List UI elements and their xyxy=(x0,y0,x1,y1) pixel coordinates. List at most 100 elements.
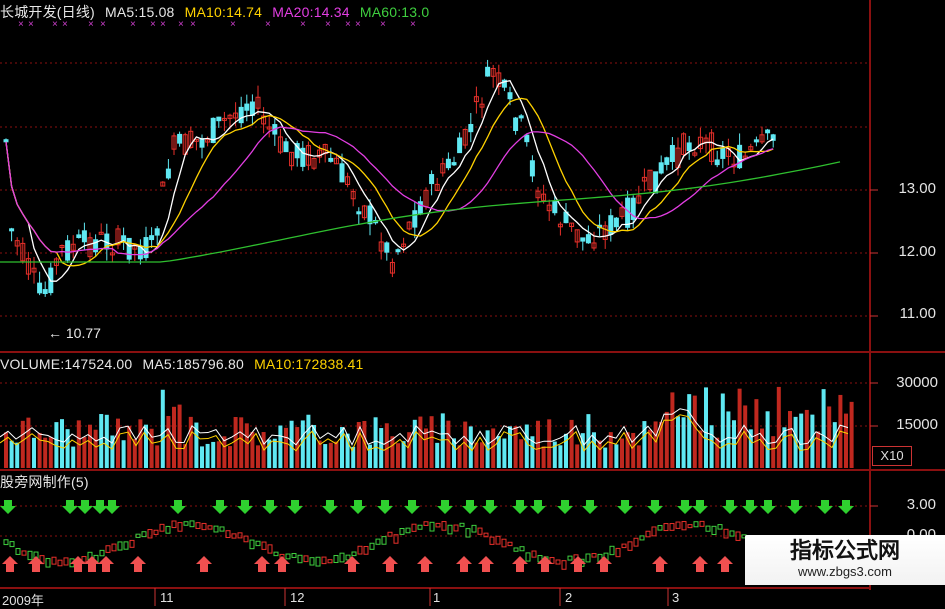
chart-grid: × × × × × × × × × × × × × × × × × × × xyxy=(0,0,945,606)
volume-bar xyxy=(32,437,36,468)
indicator-box xyxy=(21,550,27,556)
down-arrow-icon xyxy=(582,500,598,514)
up-arrow-icon xyxy=(2,556,18,572)
down-arrow-icon xyxy=(437,500,453,514)
candle-body xyxy=(580,237,586,242)
candle-body xyxy=(199,138,205,148)
indicator-box xyxy=(333,555,339,564)
candle-body xyxy=(42,289,48,295)
volume-bar xyxy=(440,413,445,468)
indicator-box xyxy=(717,524,723,530)
volume-scale-badge[interactable]: X10 xyxy=(872,446,912,466)
volume-bar xyxy=(121,440,126,468)
volume-bar xyxy=(244,423,249,468)
indicator-box xyxy=(447,524,453,535)
up-arrow-icon xyxy=(254,556,270,572)
indicator-box xyxy=(471,524,477,533)
indicator-box xyxy=(207,525,213,530)
left-arrow-icon: ← xyxy=(48,325,62,341)
indicator-box xyxy=(399,527,405,535)
indicator-box xyxy=(261,541,267,550)
volume-bar xyxy=(737,388,742,468)
volume-bar xyxy=(709,425,714,468)
volume-bar xyxy=(272,438,277,468)
indicator-box xyxy=(237,532,243,539)
indicator-tick-3: 3.00 xyxy=(906,496,936,513)
candle-body xyxy=(753,139,759,143)
volume-bar xyxy=(160,389,165,468)
volume-ma5-readout: MA5:185796.80 xyxy=(142,356,244,372)
candle-body xyxy=(518,115,524,119)
indicator-box xyxy=(63,557,69,566)
indicator-box xyxy=(477,527,483,535)
indicator-box xyxy=(9,541,15,548)
indicator-box xyxy=(609,545,615,556)
candle-body xyxy=(149,235,155,241)
candle-body xyxy=(37,282,43,294)
volume-bar xyxy=(804,409,809,468)
volume-bar xyxy=(692,395,697,468)
volume-ma10-readout: MA10:172838.41 xyxy=(254,356,364,372)
candle-body xyxy=(457,137,463,154)
down-arrow-icon xyxy=(530,500,546,514)
candle-body xyxy=(445,158,451,169)
candle-body xyxy=(524,134,530,143)
candle-body xyxy=(249,101,255,116)
stock-title: 长城开发(日线) xyxy=(0,4,95,20)
indicator-box xyxy=(615,547,621,558)
candle-body xyxy=(244,103,250,111)
indicator-box xyxy=(591,553,597,558)
price-tick-13: 13.00 xyxy=(898,180,936,197)
volume-bar xyxy=(776,386,781,468)
volume-bar xyxy=(379,428,384,468)
indicator-box xyxy=(633,537,639,547)
volume-bar xyxy=(373,417,378,468)
x-label-11: 11 xyxy=(160,590,174,605)
indicator-box xyxy=(99,549,105,557)
volume-bar xyxy=(368,444,372,468)
indicator-box xyxy=(129,539,135,548)
indicator-box xyxy=(285,553,291,560)
down-arrow-icon xyxy=(647,500,663,514)
indicator-box xyxy=(51,556,57,565)
indicator-box xyxy=(381,536,387,545)
candle-body xyxy=(737,144,743,169)
watermark-url: www.zbgs3.com xyxy=(798,564,892,579)
candle-body xyxy=(154,228,160,236)
volume-bar xyxy=(429,416,434,468)
volume-bar xyxy=(166,415,171,468)
indicator-box xyxy=(567,555,573,561)
volume-bar xyxy=(457,445,462,468)
volume-bar xyxy=(513,426,518,468)
candle-body xyxy=(339,163,345,183)
watermark-badge: 指标公式网 www.zbgs3.com xyxy=(745,535,945,585)
volume-bar xyxy=(636,445,641,468)
down-arrow-icon xyxy=(462,500,478,514)
candle-body xyxy=(669,144,675,163)
volume-bar xyxy=(468,426,473,468)
volume-bar xyxy=(116,418,120,468)
down-arrow-icon xyxy=(350,500,366,514)
volume-bar xyxy=(681,417,686,468)
volume-bar xyxy=(188,416,193,468)
candle-body xyxy=(658,162,664,174)
down-arrow-icon xyxy=(617,500,633,514)
volume-bar xyxy=(726,411,731,468)
indicator-box xyxy=(3,539,9,546)
volume-bar xyxy=(177,404,182,468)
indicator-box xyxy=(375,538,381,545)
candle-body xyxy=(613,217,619,228)
volume-bar xyxy=(418,416,423,468)
volume-bar xyxy=(849,401,854,468)
volume-bar xyxy=(323,444,328,468)
indicator-box xyxy=(219,526,225,532)
volume-bar xyxy=(155,445,160,468)
down-arrow-icon xyxy=(838,500,854,514)
volume-bar xyxy=(233,417,238,468)
indicator-box xyxy=(531,550,537,558)
indicator-box xyxy=(363,546,369,555)
indicator-box xyxy=(693,521,699,528)
candle-body xyxy=(283,141,289,153)
volume-bar xyxy=(228,446,232,468)
stock-chart[interactable]: × × × × × × × × × × × × × × × × × × × xyxy=(0,0,945,609)
